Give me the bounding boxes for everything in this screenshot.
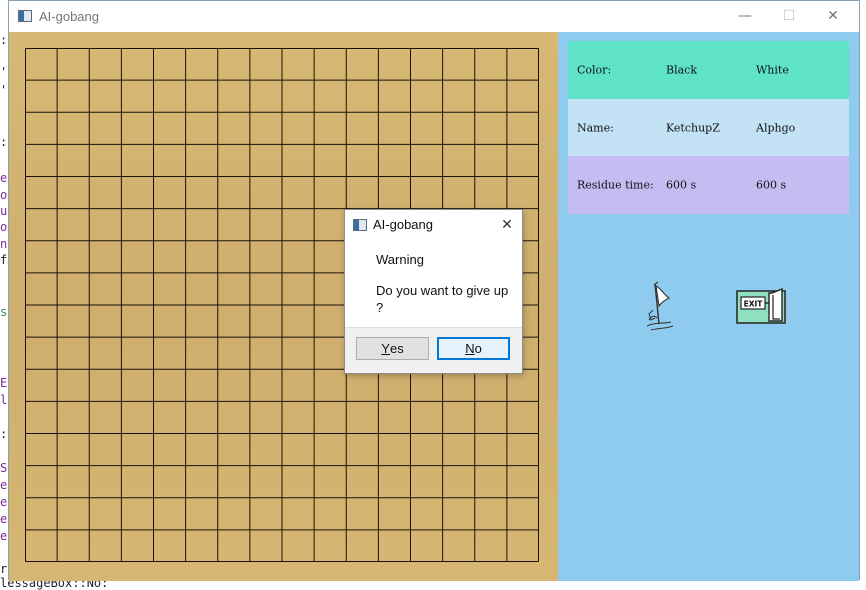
white-flag-icon[interactable] [635, 280, 685, 332]
white-player-name: Alphgo [756, 121, 796, 135]
white-time: 600 s [756, 178, 787, 192]
time-row: Residue time: 600 s 600 s [568, 156, 849, 214]
dialog-app-icon [353, 219, 367, 231]
yes-accelerator: Y [381, 341, 390, 356]
color-label: Color: [577, 63, 612, 77]
dialog-title: AI-gobang [373, 217, 433, 232]
color-row: Color: Black White [568, 41, 849, 99]
title-bar[interactable]: AI-gobang — ☐ ✕ [9, 1, 859, 32]
maximize-button[interactable]: ☐ [767, 5, 811, 27]
code-fragment: s [0, 305, 8, 319]
white-color: White [756, 63, 789, 77]
app-window-icon [18, 10, 32, 22]
black-color: Black [666, 63, 697, 77]
code-fragment: : [0, 33, 8, 47]
name-label: Name: [577, 121, 614, 135]
no-button[interactable]: No [437, 337, 510, 360]
close-button[interactable]: ✕ [811, 5, 855, 27]
exit-door-icon[interactable]: EXIT [736, 287, 788, 325]
code-fragment: ' [0, 65, 8, 79]
code-fragment: E [0, 376, 8, 390]
code-fragment: : [0, 135, 8, 149]
dialog-message: Do you want to give up ? [376, 283, 509, 315]
window-title: AI-gobang [39, 9, 99, 24]
dialog-heading: Warning [376, 252, 424, 267]
name-row: Name: KetchupZ Alphgo [568, 99, 849, 157]
code-fragment: ' [0, 83, 8, 97]
give-up-dialog: AI-gobang ✕ Warning Do you want to give … [344, 209, 523, 374]
info-panel: Color: Black White Name: KetchupZ Alphgo… [558, 32, 859, 581]
time-label: Residue time: [577, 178, 654, 192]
yes-button[interactable]: Yes [356, 337, 429, 360]
dialog-title-bar[interactable]: AI-gobang ✕ [345, 210, 522, 240]
no-accelerator: N [465, 341, 475, 356]
dialog-button-bar: Yes No [345, 327, 522, 373]
yes-label: es [389, 341, 404, 356]
black-player-name: KetchupZ [666, 121, 720, 135]
code-fragment: : [0, 427, 8, 441]
no-label: o [474, 341, 482, 356]
black-time: 600 s [666, 178, 697, 192]
minimize-button[interactable]: — [723, 5, 767, 27]
dialog-close-button[interactable]: ✕ [495, 215, 519, 235]
exit-label: EXIT [744, 300, 764, 309]
